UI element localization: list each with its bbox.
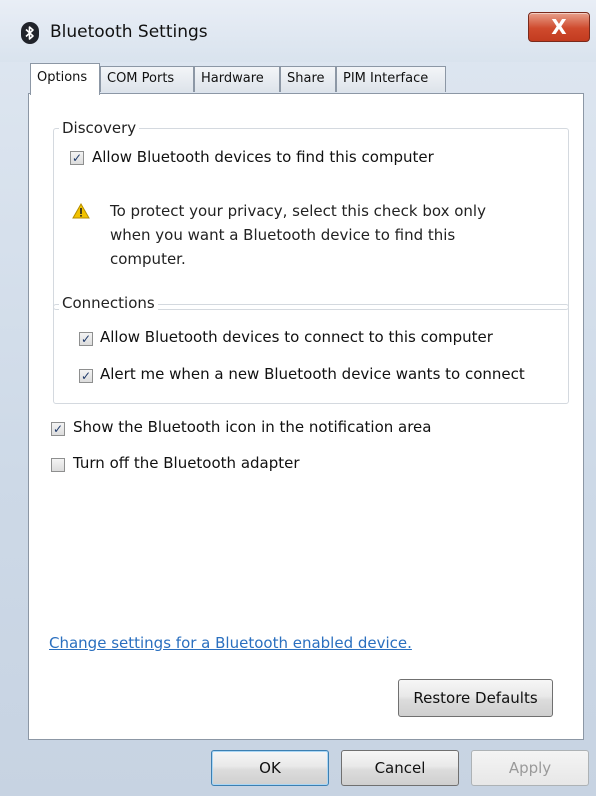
tab-pim-interface[interactable]: PIM Interface (336, 66, 446, 92)
show-icon-checkbox[interactable]: ✓ (51, 422, 65, 436)
cancel-button[interactable]: Cancel (341, 750, 459, 786)
tab-options[interactable]: Options (30, 63, 100, 95)
restore-defaults-button[interactable]: Restore Defaults (398, 679, 553, 717)
show-icon-label[interactable]: Show the Bluetooth icon in the notificat… (73, 418, 431, 436)
tab-com-ports[interactable]: COM Ports (100, 66, 194, 92)
checkmark-icon: ✓ (80, 369, 92, 383)
close-icon: X (551, 15, 567, 39)
alert-new-label[interactable]: Alert me when a new Bluetooth device wan… (100, 365, 525, 383)
checkmark-icon: ✓ (52, 422, 64, 436)
connections-group: Connections ✓ Allow Bluetooth devices to… (53, 294, 569, 404)
turn-off-adapter-checkbox[interactable] (51, 458, 65, 472)
turn-off-adapter-label[interactable]: Turn off the Bluetooth adapter (73, 454, 300, 472)
allow-connect-label[interactable]: Allow Bluetooth devices to connect to th… (100, 328, 493, 346)
change-settings-link[interactable]: Change settings for a Bluetooth enabled … (49, 634, 412, 652)
discovery-group: Discovery ✓ Allow Bluetooth devices to f… (53, 119, 569, 310)
tab-hardware[interactable]: Hardware (194, 66, 280, 92)
tab-share[interactable]: Share (280, 66, 336, 92)
apply-button[interactable]: Apply (471, 750, 589, 786)
alert-new-checkbox[interactable]: ✓ (79, 369, 93, 383)
allow-find-label[interactable]: Allow Bluetooth devices to find this com… (92, 148, 434, 166)
ok-button[interactable]: OK (211, 750, 329, 786)
window-title: Bluetooth Settings (50, 22, 208, 42)
checkmark-icon: ✓ (71, 151, 83, 165)
options-panel: Discovery ✓ Allow Bluetooth devices to f… (28, 93, 584, 740)
checkmark-icon: ✓ (80, 332, 92, 346)
bluetooth-icon (21, 22, 39, 44)
allow-find-checkbox[interactable]: ✓ (70, 151, 84, 165)
title-bar: Bluetooth Settings X (0, 0, 596, 62)
bluetooth-settings-window: Bluetooth Settings X Options COM Ports H… (0, 0, 596, 796)
connections-legend: Connections (59, 294, 158, 312)
discovery-legend: Discovery (59, 119, 140, 137)
warning-icon (72, 203, 90, 219)
privacy-note: To protect your privacy, select this che… (110, 202, 486, 268)
allow-connect-checkbox[interactable]: ✓ (79, 332, 93, 346)
close-button[interactable]: X (528, 12, 590, 42)
